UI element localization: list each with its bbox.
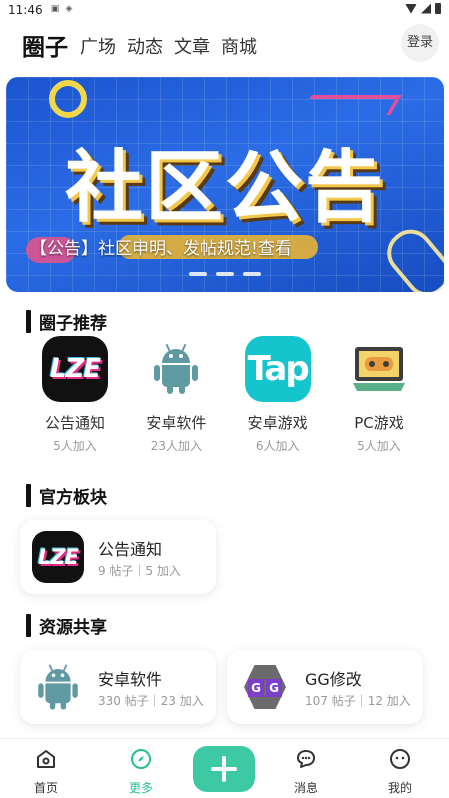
recommended-name: 安卓软件 bbox=[146, 414, 207, 432]
nav-messages[interactable]: 消息 bbox=[276, 747, 336, 796]
section-bar bbox=[26, 614, 31, 637]
resource-card[interactable]: 安卓软件 330 帖子｜23 加入 bbox=[20, 650, 216, 724]
tab-circle[interactable]: 圈子 bbox=[22, 28, 68, 62]
android-icon bbox=[143, 336, 210, 402]
status-bar: 11:46 ▣ ◈ bbox=[0, 0, 449, 20]
card-title: GG修改 bbox=[305, 670, 362, 689]
recommended-name: 安卓游戏 bbox=[247, 414, 308, 432]
pager-dot[interactable] bbox=[216, 272, 234, 276]
status-icons bbox=[405, 3, 441, 14]
announcement-banner[interactable]: 社区公告 【公告】社区申明、发帖规范!查看 bbox=[6, 77, 444, 292]
recommended-item[interactable]: Tap 安卓游戏 6人加入 bbox=[230, 336, 326, 454]
banner-title: 社区公告 bbox=[64, 143, 385, 233]
recommended-count: 23人加入 bbox=[150, 439, 202, 453]
lze-icon: LZE bbox=[42, 336, 108, 402]
compass-icon bbox=[129, 747, 153, 771]
resource-card[interactable]: G G GG修改 107 帖子｜12 加入 bbox=[227, 650, 423, 724]
recommended-grid: LZE 公告通知 5人加入 安卓软件 23人加入 Tap 安卓游戏 6人加入 P… bbox=[27, 336, 427, 454]
card-title: 公告通知 bbox=[98, 540, 163, 559]
recommended-item[interactable]: 安卓软件 23人加入 bbox=[128, 336, 224, 454]
section-official: 官方板块 bbox=[26, 483, 107, 508]
section-title: 资源共享 bbox=[39, 618, 107, 638]
tab-articles[interactable]: 文章 bbox=[174, 33, 210, 59]
lze-logo-text: LZE bbox=[38, 545, 79, 569]
tab-square[interactable]: 广场 bbox=[80, 33, 116, 59]
section-title: 圈子推荐 bbox=[39, 314, 107, 334]
tap-icon: Tap bbox=[244, 336, 311, 402]
lze-icon: LZE bbox=[32, 531, 84, 583]
recommended-count: 5人加入 bbox=[53, 439, 97, 453]
card-stats: 9 帖子｜5 加入 bbox=[98, 564, 181, 578]
bottom-nav: 首页 更多 消息 我的 bbox=[0, 738, 449, 798]
notification-icon: ▣ bbox=[50, 4, 60, 14]
battery-icon bbox=[435, 3, 441, 14]
nav-label: 首页 bbox=[33, 781, 58, 795]
top-header: 圈子 广场 动态 文章 商城 登录 bbox=[0, 20, 449, 66]
face-icon bbox=[388, 747, 412, 771]
recommended-count: 6人加入 bbox=[255, 439, 300, 453]
banner-pager bbox=[189, 272, 261, 276]
tap-logo-text: Tap bbox=[247, 349, 310, 389]
nav-label: 更多 bbox=[128, 781, 153, 795]
recommended-count: 5人加入 bbox=[357, 439, 401, 453]
nav-home[interactable]: 首页 bbox=[16, 747, 76, 796]
plus-icon bbox=[211, 756, 237, 782]
login-button[interactable]: 登录 bbox=[401, 24, 439, 62]
nav-more[interactable]: 更多 bbox=[111, 747, 171, 796]
status-time: 11:46 bbox=[8, 3, 43, 17]
gg-icon: G G bbox=[239, 661, 291, 713]
official-card[interactable]: LZE 公告通知 9 帖子｜5 加入 bbox=[20, 520, 216, 594]
top-tabs: 广场 动态 文章 商城 bbox=[80, 33, 257, 59]
recommended-name: 公告通知 bbox=[44, 414, 105, 432]
section-title: 官方板块 bbox=[39, 488, 107, 508]
card-stats: 107 帖子｜12 加入 bbox=[305, 694, 411, 708]
home-icon bbox=[34, 747, 58, 771]
add-post-button[interactable] bbox=[193, 746, 255, 792]
shield-icon: ◈ bbox=[65, 4, 73, 14]
card-title: 安卓软件 bbox=[98, 670, 163, 689]
pager-dot[interactable] bbox=[189, 272, 207, 276]
tab-mall[interactable]: 商城 bbox=[221, 33, 257, 59]
banner-caption[interactable]: 【公告】社区申明、发帖规范!查看 bbox=[30, 234, 292, 259]
pager-dot[interactable] bbox=[243, 272, 261, 276]
recommended-item[interactable]: PC游戏 5人加入 bbox=[331, 336, 427, 454]
gg-letter: G bbox=[248, 679, 264, 697]
android-icon bbox=[32, 661, 84, 713]
tab-dynamics[interactable]: 动态 bbox=[127, 33, 163, 59]
wifi-icon bbox=[405, 3, 417, 14]
nav-label: 消息 bbox=[293, 781, 318, 795]
ring-decoration bbox=[49, 80, 87, 118]
gg-letter: G bbox=[266, 679, 282, 697]
lze-logo-text: LZE bbox=[49, 354, 101, 384]
section-resources: 资源共享 bbox=[26, 613, 107, 638]
section-bar bbox=[26, 484, 31, 507]
chat-icon bbox=[294, 747, 318, 771]
nav-label: 我的 bbox=[387, 781, 412, 795]
section-bar bbox=[26, 310, 31, 333]
nav-mine[interactable]: 我的 bbox=[370, 747, 430, 796]
section-recommended: 圈子推荐 bbox=[26, 309, 107, 334]
recommended-item[interactable]: LZE 公告通知 5人加入 bbox=[27, 336, 123, 454]
card-stats: 330 帖子｜23 加入 bbox=[98, 694, 204, 708]
recommended-name: PC游戏 bbox=[354, 414, 404, 432]
pc-game-icon bbox=[345, 336, 412, 402]
signal-icon bbox=[421, 3, 431, 14]
zigzag-decoration bbox=[300, 95, 402, 115]
